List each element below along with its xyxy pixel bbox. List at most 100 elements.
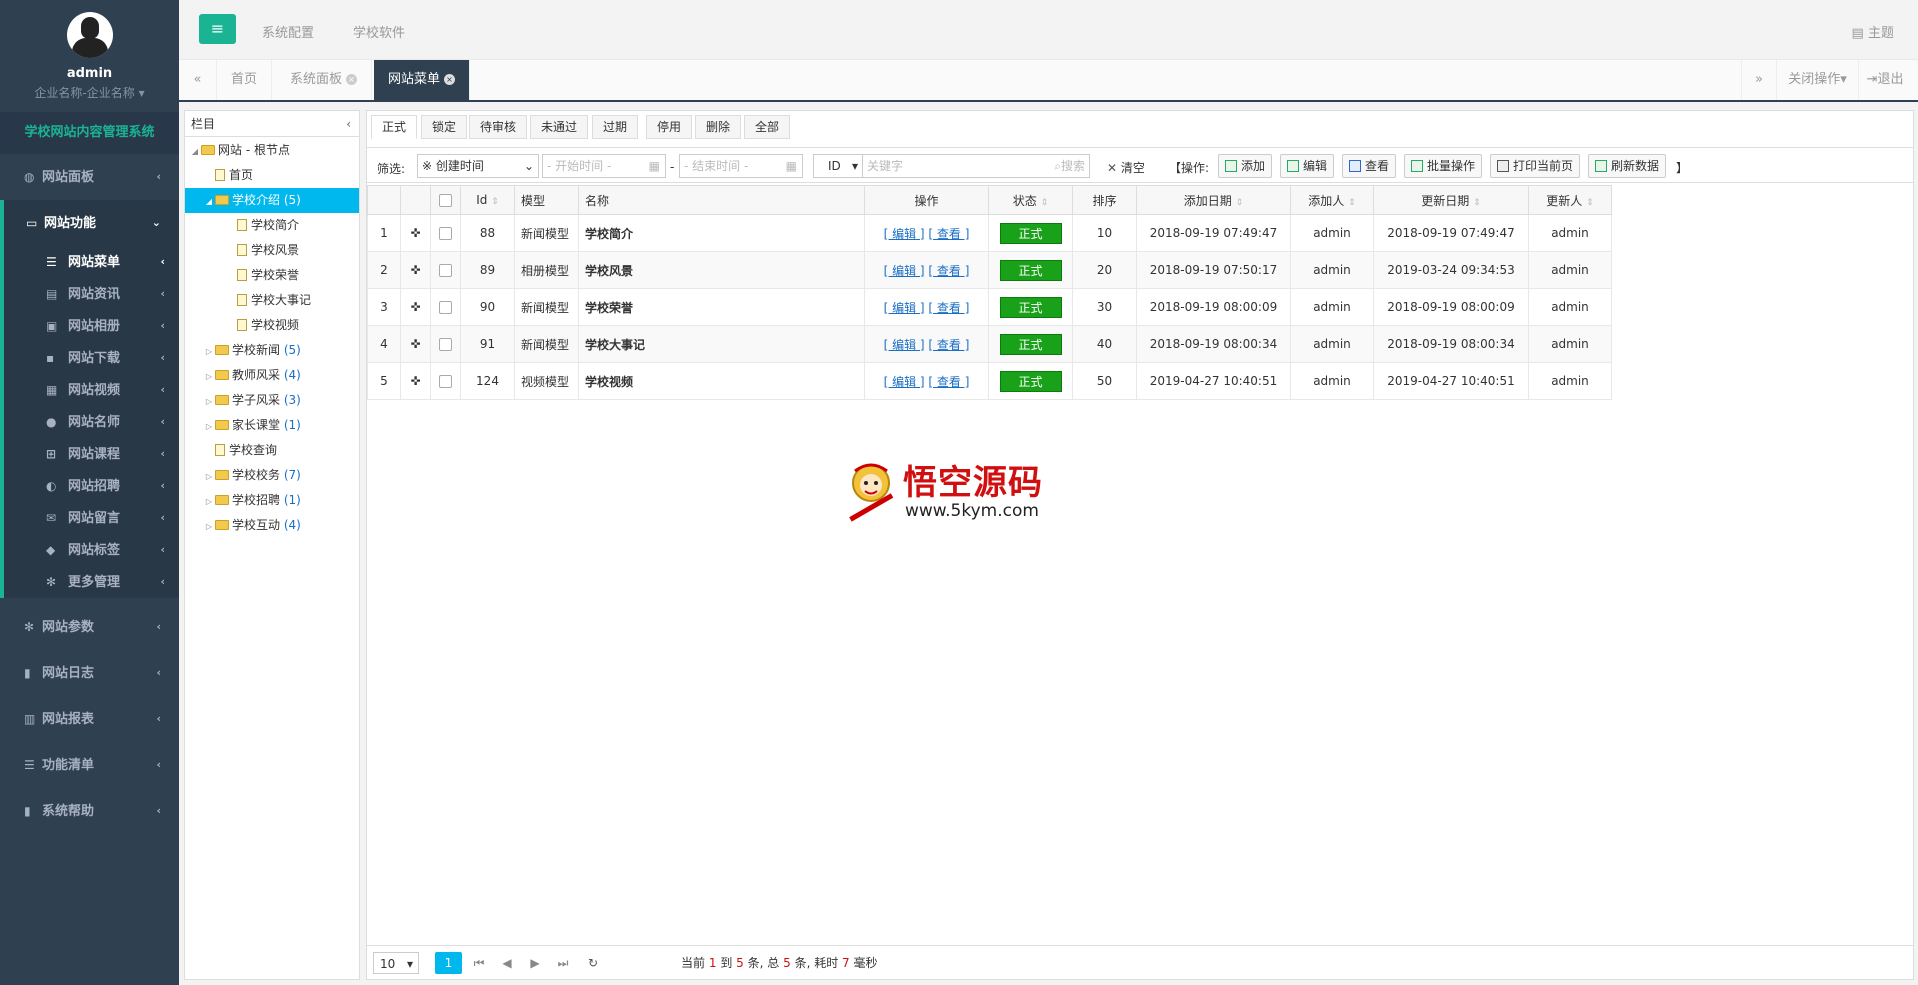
row-edit-link[interactable]: [ 编辑 ] — [884, 264, 925, 278]
tree-node-parents[interactable]: ▷ 家长课堂 (1) — [185, 413, 359, 438]
menu-params[interactable]: ✻ 网站参数 ‹ — [0, 604, 179, 650]
table-row[interactable]: 3 ✜ 90 新闻模型 学校荣誉 [ 编辑 ] [ 查看 ] 正式 30 201… — [367, 288, 1612, 326]
collapsed-icon[interactable]: ▷ — [203, 364, 215, 389]
row-select[interactable] — [430, 288, 461, 326]
row-select[interactable] — [430, 325, 461, 363]
page-number-current[interactable]: 1 — [435, 952, 462, 974]
expanded-icon[interactable]: ◢ — [203, 189, 215, 214]
expanded-icon[interactable]: ◢ — [189, 139, 201, 164]
menu-help[interactable]: ▮ 系统帮助 ‹ — [0, 788, 179, 834]
menu-item-site-menu[interactable]: ☰ 网站菜单 ‹ — [4, 246, 179, 278]
row-checkbox[interactable] — [439, 227, 452, 240]
row-expand-button[interactable]: ✜ — [400, 362, 431, 400]
row-view-link[interactable]: [ 查看 ] — [928, 227, 969, 241]
menu-item-recruit[interactable]: ◐ 网站招聘 ‹ — [4, 470, 179, 502]
status-tab-locked[interactable]: 锁定 — [421, 115, 468, 139]
row-select[interactable] — [430, 362, 461, 400]
top-nav-school-software[interactable]: 学校软件 — [353, 22, 405, 41]
row-view-link[interactable]: [ 查看 ] — [928, 301, 969, 315]
status-tab-pending[interactable]: 待审核 — [469, 115, 528, 139]
row-checkbox[interactable] — [439, 264, 452, 277]
col-status[interactable]: 状态 ⇕ — [988, 185, 1073, 215]
prev-page-button[interactable]: ◀ — [499, 952, 515, 974]
menu-dashboard[interactable]: ◍ 网站面板 ‹ — [0, 154, 179, 200]
sidebar-toggle-button[interactable]: ≡ — [199, 14, 236, 44]
col-select[interactable] — [430, 185, 461, 215]
clear-button[interactable]: ✕ 清空 — [1107, 159, 1145, 176]
status-badge[interactable]: 正式 — [999, 296, 1062, 318]
batch-operation-button[interactable]: 批量操作 — [1404, 154, 1483, 178]
tree-node-students[interactable]: ▷ 学子风采 (3) — [185, 388, 359, 413]
table-row[interactable]: 4 ✜ 91 新闻模型 学校大事记 [ 编辑 ] [ 查看 ] 正式 40 20… — [367, 325, 1612, 363]
key-field-select[interactable]: ID ▾ — [813, 154, 863, 178]
row-select[interactable] — [430, 251, 461, 289]
row-checkbox[interactable] — [439, 301, 452, 314]
collapsed-icon[interactable]: ▷ — [203, 339, 215, 364]
close-icon[interactable]: × — [444, 74, 456, 85]
reload-button[interactable]: ↻ — [585, 952, 601, 974]
table-row[interactable]: 5 ✜ 124 视频模型 学校视频 [ 编辑 ] [ 查看 ] 正式 50 20… — [367, 362, 1612, 400]
page-size-select[interactable]: 10 ▾ — [373, 952, 419, 974]
tree-node-affairs[interactable]: ▷ 学校校务 (7) — [185, 463, 359, 488]
status-badge[interactable]: 正式 — [999, 222, 1062, 244]
top-nav-system-config[interactable]: 系统配置 — [262, 22, 314, 41]
tree-node-query[interactable]: 学校查询 — [185, 438, 359, 463]
tree-node-interact[interactable]: ▷ 学校互动 (4) — [185, 513, 359, 538]
collapsed-icon[interactable]: ▷ — [203, 414, 215, 439]
tree-node-teachers[interactable]: ▷ 教师风采 (4) — [185, 363, 359, 388]
select-all-checkbox[interactable] — [439, 194, 452, 207]
row-view-link[interactable]: [ 查看 ] — [928, 264, 969, 278]
tree-node-child[interactable]: 学校荣誉 — [185, 263, 359, 288]
row-view-link[interactable]: [ 查看 ] — [928, 375, 969, 389]
col-id[interactable]: Id ⇕ — [460, 185, 515, 215]
status-badge[interactable]: 正式 — [999, 259, 1062, 281]
tree-node-child[interactable]: 学校风景 — [185, 238, 359, 263]
first-page-button[interactable]: ⏮ — [471, 952, 487, 974]
col-updated-date[interactable]: 更新日期 ⇕ — [1373, 185, 1529, 215]
col-adder[interactable]: 添加人 ⇕ — [1290, 185, 1374, 215]
col-updater[interactable]: 更新人 ⇕ — [1528, 185, 1612, 215]
edit-button[interactable]: 编辑 — [1280, 154, 1335, 178]
tree-node-child[interactable]: 学校大事记 — [185, 288, 359, 313]
status-badge[interactable]: 正式 — [999, 370, 1062, 392]
menu-logs[interactable]: ▮ 网站日志 ‹ — [0, 650, 179, 696]
row-expand-button[interactable]: ✜ — [400, 251, 431, 289]
close-operations-dropdown[interactable]: 关闭操作▾ — [1777, 60, 1859, 100]
collapsed-icon[interactable]: ▷ — [203, 489, 215, 514]
row-expand-button[interactable]: ✜ — [400, 214, 431, 252]
row-edit-link[interactable]: [ 编辑 ] — [884, 227, 925, 241]
menu-item-message[interactable]: ✉ 网站留言 ‹ — [4, 502, 179, 534]
keyword-input[interactable]: 关键字 ⌕搜索 — [862, 154, 1090, 178]
table-row[interactable]: 2 ✜ 89 相册模型 学校风景 [ 编辑 ] [ 查看 ] 正式 20 201… — [367, 251, 1612, 289]
menu-item-courses[interactable]: ⊞ 网站课程 ‹ — [4, 438, 179, 470]
tab-scroll-left-button[interactable]: « — [179, 60, 217, 100]
status-tab-rejected[interactable]: 未通过 — [530, 115, 589, 139]
menu-item-news[interactable]: ▤ 网站资讯 ‹ — [4, 278, 179, 310]
menu-item-more[interactable]: ✻ 更多管理 ‹ — [4, 566, 179, 598]
collapsed-icon[interactable]: ▷ — [203, 389, 215, 414]
row-edit-link[interactable]: [ 编辑 ] — [884, 301, 925, 315]
menu-functions[interactable]: ▭ 网站功能 ⌄ — [4, 200, 179, 246]
menu-item-album[interactable]: ▣ 网站相册 ‹ — [4, 310, 179, 342]
row-expand-button[interactable]: ✜ — [400, 288, 431, 326]
col-added-date[interactable]: 添加日期 ⇕ — [1136, 185, 1291, 215]
row-select[interactable] — [430, 214, 461, 252]
tree-node-news[interactable]: ▷ 学校新闻 (5) — [185, 338, 359, 363]
tree-node-child[interactable]: 学校简介 — [185, 213, 359, 238]
last-page-button[interactable]: ⏭ — [555, 952, 571, 974]
logout-button[interactable]: ⇥退出 — [1859, 60, 1911, 100]
row-expand-button[interactable]: ✜ — [400, 325, 431, 363]
add-button[interactable]: 添加 — [1218, 154, 1273, 178]
menu-item-download[interactable]: ▪ 网站下载 ‹ — [4, 342, 179, 374]
status-tab-expired[interactable]: 过期 — [592, 115, 639, 139]
collapsed-icon[interactable]: ▷ — [203, 514, 215, 539]
status-tab-disabled[interactable]: 停用 — [646, 115, 693, 139]
tree-node-root[interactable]: ◢ 网站 - 根节点 — [185, 138, 359, 163]
tree-node-child[interactable]: 学校视频 — [185, 313, 359, 338]
row-view-link[interactable]: [ 查看 ] — [928, 338, 969, 352]
menu-reports[interactable]: ▥ 网站报表 ‹ — [0, 696, 179, 742]
menu-item-video[interactable]: ▦ 网站视频 ‹ — [4, 374, 179, 406]
row-edit-link[interactable]: [ 编辑 ] — [884, 338, 925, 352]
tab-site-menu[interactable]: 网站菜单 × — [374, 60, 471, 100]
tab-system-panel[interactable]: 系统面板 × — [276, 60, 373, 100]
